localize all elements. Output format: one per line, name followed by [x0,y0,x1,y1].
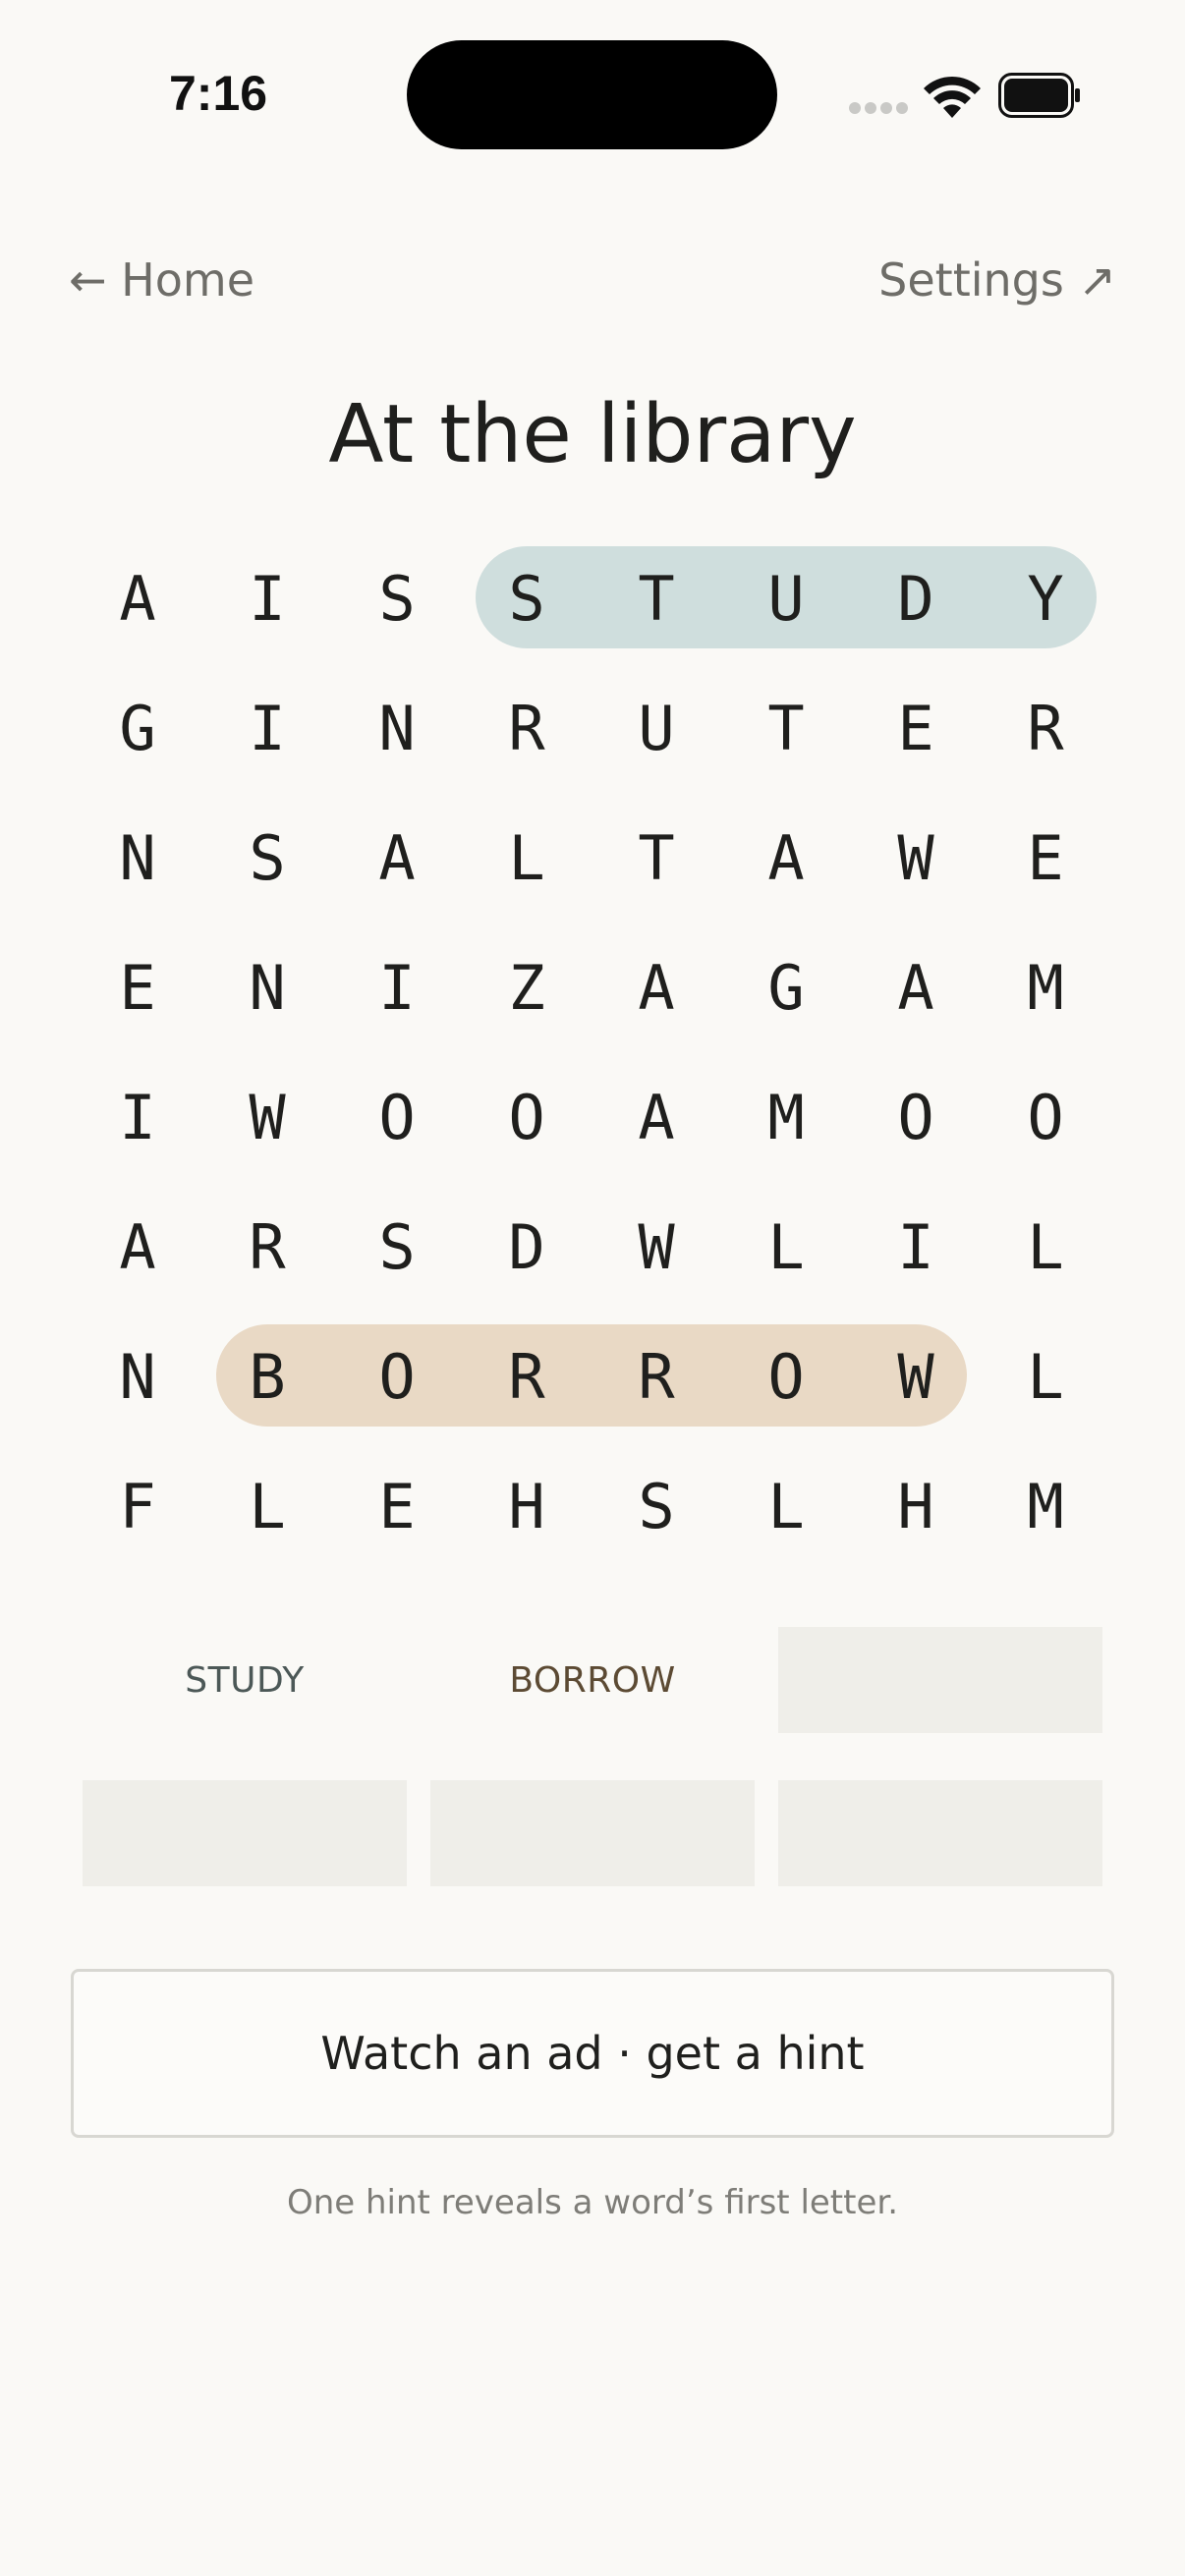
grid-row: ARSDWLIL [73,1183,1112,1313]
grid-cell[interactable]: A [332,794,462,924]
grid-cell[interactable]: T [592,794,721,924]
watch-ad-hint-button[interactable]: Watch an ad · get a hint [71,1969,1114,2138]
word-slot-empty [778,1780,1102,1886]
grid-cell[interactable]: T [721,664,851,794]
grid-cell[interactable]: A [73,534,202,664]
grid-cell[interactable]: R [202,1183,332,1313]
grid-cell[interactable]: I [332,924,462,1053]
grid-cell[interactable]: I [202,664,332,794]
grid-cell[interactable]: N [332,664,462,794]
grid-cell[interactable]: D [462,1183,592,1313]
grid-cell[interactable]: S [332,1183,462,1313]
grid-cell[interactable]: M [981,924,1110,1053]
grid-cell[interactable]: I [851,1183,981,1313]
battery-icon [998,73,1080,118]
grid-cell[interactable]: I [73,1053,202,1183]
puzzle-title: At the library [328,388,857,481]
grid-cell[interactable]: O [721,1313,851,1442]
grid-cell[interactable]: B [202,1313,332,1442]
grid-row: NSALTAWE [73,794,1112,924]
word-slot-empty [83,1780,407,1886]
grid-cell[interactable]: W [592,1183,721,1313]
grid-cell[interactable]: A [721,794,851,924]
grid-cell[interactable]: O [332,1313,462,1442]
grid-cell[interactable]: G [73,664,202,794]
grid-cell[interactable]: R [981,664,1110,794]
grid-cell[interactable]: H [851,1442,981,1572]
grid-cell[interactable]: F [73,1442,202,1572]
grid-row: ENIZAGAM [73,924,1112,1053]
grid-cell[interactable]: O [851,1053,981,1183]
grid-cell[interactable]: S [462,534,592,664]
grid-cell[interactable]: W [202,1053,332,1183]
grid-cell[interactable]: E [981,794,1110,924]
grid-cell[interactable]: O [462,1053,592,1183]
grid-cell[interactable]: I [202,534,332,664]
grid-cell[interactable]: T [592,534,721,664]
grid-row: NBORROWL [73,1313,1112,1442]
dynamic-island [407,40,777,149]
cellular-signal-icon [849,102,908,116]
grid-cell[interactable]: L [462,794,592,924]
grid-cell[interactable]: A [851,924,981,1053]
home-link[interactable]: ← Home [69,253,254,307]
grid-cell[interactable]: H [462,1442,592,1572]
grid-cell[interactable]: R [462,1313,592,1442]
grid-cell[interactable]: N [73,794,202,924]
grid-cell[interactable]: O [981,1053,1110,1183]
grid-cell[interactable]: N [202,924,332,1053]
grid-cell[interactable]: Z [462,924,592,1053]
grid-cell[interactable]: S [592,1442,721,1572]
grid-cell[interactable]: A [592,1053,721,1183]
grid-cell[interactable]: A [592,924,721,1053]
grid-row: FLEHSLHM [73,1442,1112,1572]
grid-cell[interactable]: U [592,664,721,794]
grid-cell[interactable]: E [851,664,981,794]
grid-cell[interactable]: O [332,1053,462,1183]
grid-cell[interactable]: Y [981,534,1110,664]
grid-row: IWOOAMOO [73,1053,1112,1183]
grid-cell[interactable]: E [332,1442,462,1572]
grid-cell[interactable]: R [592,1313,721,1442]
wifi-icon [924,76,981,118]
grid-cell[interactable]: M [721,1053,851,1183]
grid-cell[interactable]: M [981,1442,1110,1572]
grid-cell[interactable]: G [721,924,851,1053]
grid-cell[interactable]: W [851,794,981,924]
grid-cell[interactable]: R [462,664,592,794]
grid-cell[interactable]: U [721,534,851,664]
grid-row: GINRUTER [73,664,1112,794]
letter-grid[interactable]: AISSTUDYGINRUTERNSALTAWEENIZAGAMIWOOAMOO… [73,534,1112,1576]
grid-cell[interactable]: S [332,534,462,664]
grid-cell[interactable]: L [721,1442,851,1572]
word-slot-found: STUDY [185,1659,305,1701]
grid-rows: AISSTUDYGINRUTERNSALTAWEENIZAGAMIWOOAMOO… [73,534,1112,1572]
word-slot-empty [430,1780,755,1886]
word-slot-empty [778,1627,1102,1733]
grid-cell[interactable]: W [851,1313,981,1442]
hint-caption: One hint reveals a word’s first letter. [286,2183,899,2222]
grid-cell[interactable]: D [851,534,981,664]
word-slot-found: BORROW [509,1659,676,1701]
settings-link[interactable]: Settings ↗ [878,253,1116,307]
grid-cell[interactable]: E [73,924,202,1053]
grid-cell[interactable]: L [202,1442,332,1572]
grid-cell[interactable]: L [981,1313,1110,1442]
grid-cell[interactable]: S [202,794,332,924]
grid-cell[interactable]: A [73,1183,202,1313]
grid-cell[interactable]: L [721,1183,851,1313]
grid-cell[interactable]: N [73,1313,202,1442]
status-time: 7:16 [169,66,268,121]
grid-cell[interactable]: L [981,1183,1110,1313]
grid-row: AISSTUDY [73,534,1112,664]
